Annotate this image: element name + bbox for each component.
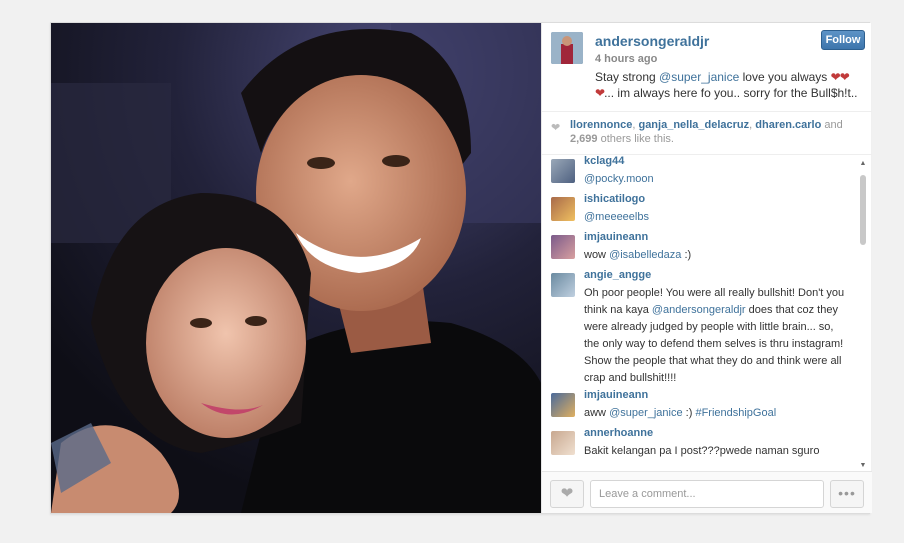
comment-footer: ❤ •••: [542, 471, 872, 513]
heart-icon: ❤: [551, 122, 561, 134]
comment-text: @pocky.moon: [584, 171, 850, 188]
likes-suffix: others like this.: [600, 133, 674, 145]
commenter-avatar[interactable]: [551, 159, 575, 183]
comment-input[interactable]: [590, 480, 824, 508]
liker-username[interactable]: dharen.carlo: [755, 119, 821, 131]
post-card: andersongeraldjr 4 hours ago Follow Stay…: [50, 22, 872, 514]
follow-button[interactable]: Follow: [821, 30, 865, 50]
caption-text: Stay strong: [595, 70, 660, 84]
likes-summary: ❤ llorennonce, ganja_nella_delacruz, dha…: [542, 111, 872, 155]
comment-mention[interactable]: @super_janice: [609, 407, 683, 419]
likes-and: and: [824, 119, 843, 131]
comment-mention[interactable]: #FriendshipGoal: [695, 407, 776, 419]
commenter-username[interactable]: kclag44: [584, 155, 624, 167]
scrollbar-thumb[interactable]: [860, 175, 866, 245]
post-caption: Stay strong @super_janice love you alway…: [595, 69, 859, 101]
commenter-avatar[interactable]: [551, 235, 575, 259]
commenter-username[interactable]: angie_angge: [584, 269, 651, 281]
commenter-username[interactable]: annerhoanne: [584, 427, 653, 439]
post-timestamp: 4 hours ago: [595, 53, 658, 65]
commenter-username[interactable]: imjauineann: [584, 231, 648, 243]
commenter-username[interactable]: ishicatilogo: [584, 193, 645, 205]
comment-mention[interactable]: @andersongeraldjr: [652, 304, 746, 316]
liker-username[interactable]: ganja_nella_delacruz: [638, 119, 749, 131]
comment-mention[interactable]: @meeeeelbs: [584, 211, 649, 223]
more-options-icon: •••: [838, 485, 856, 501]
owner-username[interactable]: andersongeraldjr: [595, 33, 709, 49]
heart-icon: ❤: [560, 485, 574, 502]
caption-mention[interactable]: @super_janice: [659, 70, 739, 84]
comments-list[interactable]: kclag44 @pocky.moon ishicatilogo @meeeeelbs…: [542, 155, 872, 469]
commenter-avatar[interactable]: [551, 393, 575, 417]
post-details-panel: andersongeraldjr 4 hours ago Follow Stay…: [541, 23, 872, 513]
comment-text-part: :): [682, 407, 696, 419]
avatar-image: [551, 32, 583, 64]
owner-avatar[interactable]: [551, 32, 583, 64]
comments-scrollbar[interactable]: ▲ ▼: [857, 159, 869, 471]
commenter-username[interactable]: imjauineann: [584, 389, 648, 401]
comment-text: wow @isabelledaza :): [584, 247, 850, 264]
photo-image: [51, 23, 541, 513]
post-header: andersongeraldjr 4 hours ago Follow Stay…: [542, 23, 872, 111]
comment-text: aww @super_janice :) #FriendshipGoal: [584, 405, 850, 422]
scroll-down-arrow-icon[interactable]: ▼: [857, 461, 869, 471]
commenter-avatar[interactable]: [551, 431, 575, 455]
caption-text: love you always: [739, 70, 831, 84]
more-options-button[interactable]: •••: [830, 480, 864, 508]
comment-text-part: does that coz they were already judged b…: [584, 304, 844, 384]
comment-text-part: Bakit kelangan pa I post???pwede naman s…: [584, 445, 820, 457]
comment-text-part: aww: [584, 407, 610, 419]
liker-username[interactable]: llorennonce: [570, 119, 632, 131]
likes-count[interactable]: 2,699: [570, 133, 598, 145]
comment-text-part: wow: [584, 249, 610, 261]
comment-text: Oh poor people! You were all really bull…: [584, 285, 850, 387]
comment-text: Bakit kelangan pa I post???pwede naman s…: [584, 443, 850, 460]
post-photo[interactable]: [51, 23, 541, 513]
commenter-avatar[interactable]: [551, 273, 575, 297]
comment-mention[interactable]: @pocky.moon: [584, 173, 654, 185]
comment-text-part: :): [681, 249, 692, 261]
scroll-up-arrow-icon[interactable]: ▲: [857, 159, 869, 169]
comment-text: @meeeeelbs: [584, 209, 850, 226]
like-button[interactable]: ❤: [550, 480, 584, 508]
commenter-avatar[interactable]: [551, 197, 575, 221]
caption-text: ... im always here fo you.. sorry for th…: [604, 86, 858, 100]
comment-mention[interactable]: @isabelledaza: [609, 249, 681, 261]
